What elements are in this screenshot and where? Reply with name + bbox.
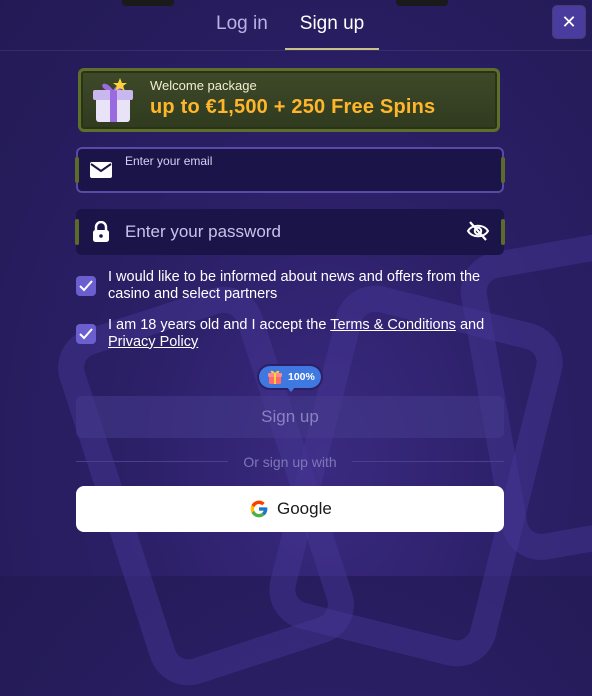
google-signup-button[interactable]: Google [76,486,504,532]
tab-login[interactable]: Log in [216,10,268,38]
password-field[interactable]: Enter your password [75,209,505,255]
badge-text: 100% [288,371,315,383]
news-consent-text: I would like to be informed about news a… [108,269,481,302]
email-label: Enter your email [125,154,213,168]
privacy-link[interactable]: Privacy Policy [108,334,198,350]
password-placeholder: Enter your password [125,222,281,241]
tab-signup[interactable]: Sign up [285,10,379,38]
welcome-package-banner: Welcome package up to €1,500 + 250 Free … [78,68,500,132]
news-checkbox[interactable] [76,276,96,296]
field-edge-decoration [75,157,79,183]
checkmark-icon [79,280,93,292]
lock-icon [93,221,109,242]
close-button[interactable]: ✕ [553,6,585,38]
badge-pointer [286,386,296,392]
eye-off-icon[interactable] [466,220,490,242]
field-edge-decoration [75,219,79,245]
terms-middle-text: and [455,317,485,333]
promo-amount: up to €1,500 + 250 Free Spins [150,96,436,118]
gift-box-icon [93,78,133,122]
active-tab-indicator [285,48,379,50]
divider-line [76,461,228,462]
promo-title: Welcome package [150,78,257,93]
divider-text: Or sign up with [243,454,337,470]
bonus-badge: 100% [259,366,321,388]
terms-prefix-text: I am 18 years old and I accept the [108,317,331,333]
divider-line [352,461,504,462]
checkmark-icon [79,328,93,340]
field-edge-decoration [501,219,505,245]
signup-button[interactable]: Sign up [76,396,504,438]
terms-consent-text: I am 18 years old and I accept the Terms… [108,317,508,350]
google-icon [250,500,268,518]
gift-icon [268,370,282,384]
email-field[interactable]: Enter your email [75,147,505,193]
field-edge-decoration [501,157,505,183]
terms-checkbox[interactable] [76,324,96,344]
google-button-label: Google [277,499,332,518]
auth-header: Log in Sign up ✕ [0,0,592,51]
terms-link[interactable]: Terms & Conditions [330,317,456,333]
close-icon: ✕ [561,12,577,32]
envelope-icon [90,162,112,178]
